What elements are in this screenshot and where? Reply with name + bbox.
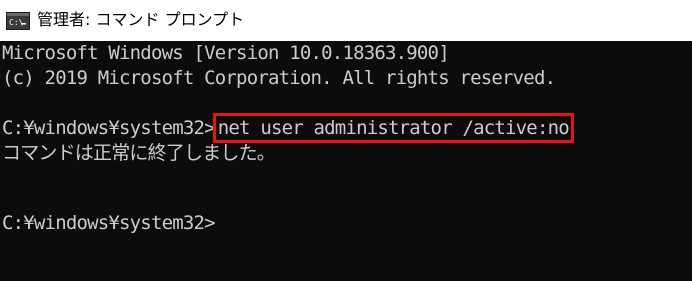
console-line-prompt: C:¥windows¥system32>	[2, 212, 216, 234]
console-line-command: C:¥windows¥system32> net user administrat…	[2, 113, 574, 143]
highlighted-command: net user administrator /active:no	[212, 113, 574, 143]
console-line-copyright: (c) 2019 Microsoft Corporation. All righ…	[2, 67, 556, 89]
console-output[interactable]: Microsoft Windows [Version 10.0.18363.90…	[0, 41, 692, 281]
cmd-icon: C:\	[6, 12, 30, 30]
title-bar[interactable]: C:\ 管理者: コマンド プロンプト	[0, 0, 692, 41]
command-prompt-window: C:\ 管理者: コマンド プロンプト Microsoft Windows [V…	[0, 0, 692, 281]
window-title: 管理者: コマンド プロンプト	[37, 10, 245, 29]
svg-text:C:\: C:\	[9, 18, 24, 27]
prompt-text: C:¥windows¥system32>	[2, 117, 216, 139]
console-line-version: Microsoft Windows [Version 10.0.18363.90…	[2, 42, 450, 64]
console-line-result: コマンドは正常に終了しました。	[2, 142, 276, 164]
